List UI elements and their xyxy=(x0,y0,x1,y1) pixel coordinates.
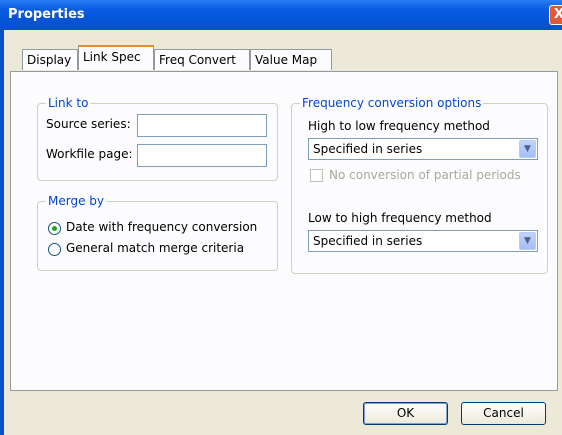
properties-dialog: Properties X Link to Source series: Work… xyxy=(0,0,562,435)
source-series-input[interactable] xyxy=(137,114,267,137)
no-partial-label: No conversion of partial periods xyxy=(329,168,521,182)
title-bar[interactable]: Properties X xyxy=(0,0,562,30)
low-to-high-select[interactable]: Specified in series ▼ xyxy=(308,230,538,252)
workfile-page-label: Workfile page: xyxy=(46,147,133,161)
radio-date-frequency[interactable] xyxy=(48,222,61,235)
close-icon[interactable]: X xyxy=(549,5,562,25)
radio-general-match[interactable] xyxy=(48,243,61,256)
radio-date-frequency-label[interactable]: Date with frequency conversion xyxy=(66,220,257,234)
chevron-down-icon[interactable]: ▼ xyxy=(519,232,536,250)
high-to-low-select[interactable]: Specified in series ▼ xyxy=(308,138,538,160)
tab-freq-convert[interactable]: Freq Convert xyxy=(154,49,250,70)
high-to-low-value: Specified in series xyxy=(313,142,423,156)
ok-button[interactable]: OK xyxy=(363,402,448,425)
link-to-legend: Link to xyxy=(46,96,91,110)
radio-general-match-label[interactable]: General match merge criteria xyxy=(66,241,244,255)
tab-value-map[interactable]: Value Map xyxy=(250,49,332,70)
tab-link-spec[interactable]: Link Spec xyxy=(78,45,154,70)
merge-by-legend: Merge by xyxy=(46,194,106,208)
workfile-page-input[interactable] xyxy=(137,144,267,167)
window-title: Properties xyxy=(8,7,85,22)
low-to-high-value: Specified in series xyxy=(313,234,423,248)
source-series-label: Source series: xyxy=(46,117,131,131)
frequency-conversion-legend: Frequency conversion options xyxy=(300,96,484,110)
tab-display[interactable]: Display xyxy=(22,49,78,70)
high-to-low-label: High to low frequency method xyxy=(308,119,490,133)
no-partial-checkbox[interactable] xyxy=(310,169,323,182)
merge-by-group: Merge by Date with frequency conversion … xyxy=(37,194,278,271)
link-to-group: Link to Source series: Workfile page: xyxy=(37,96,278,181)
chevron-down-icon[interactable]: ▼ xyxy=(519,140,536,158)
frequency-conversion-group: Frequency conversion options High to low… xyxy=(291,96,548,274)
radio-selected-dot xyxy=(52,226,57,231)
window-border xyxy=(0,30,4,435)
low-to-high-label: Low to high frequency method xyxy=(308,211,492,225)
tab-panel-link-spec: Link to Source series: Workfile page: Me… xyxy=(10,71,558,391)
cancel-button[interactable]: Cancel xyxy=(461,402,546,425)
